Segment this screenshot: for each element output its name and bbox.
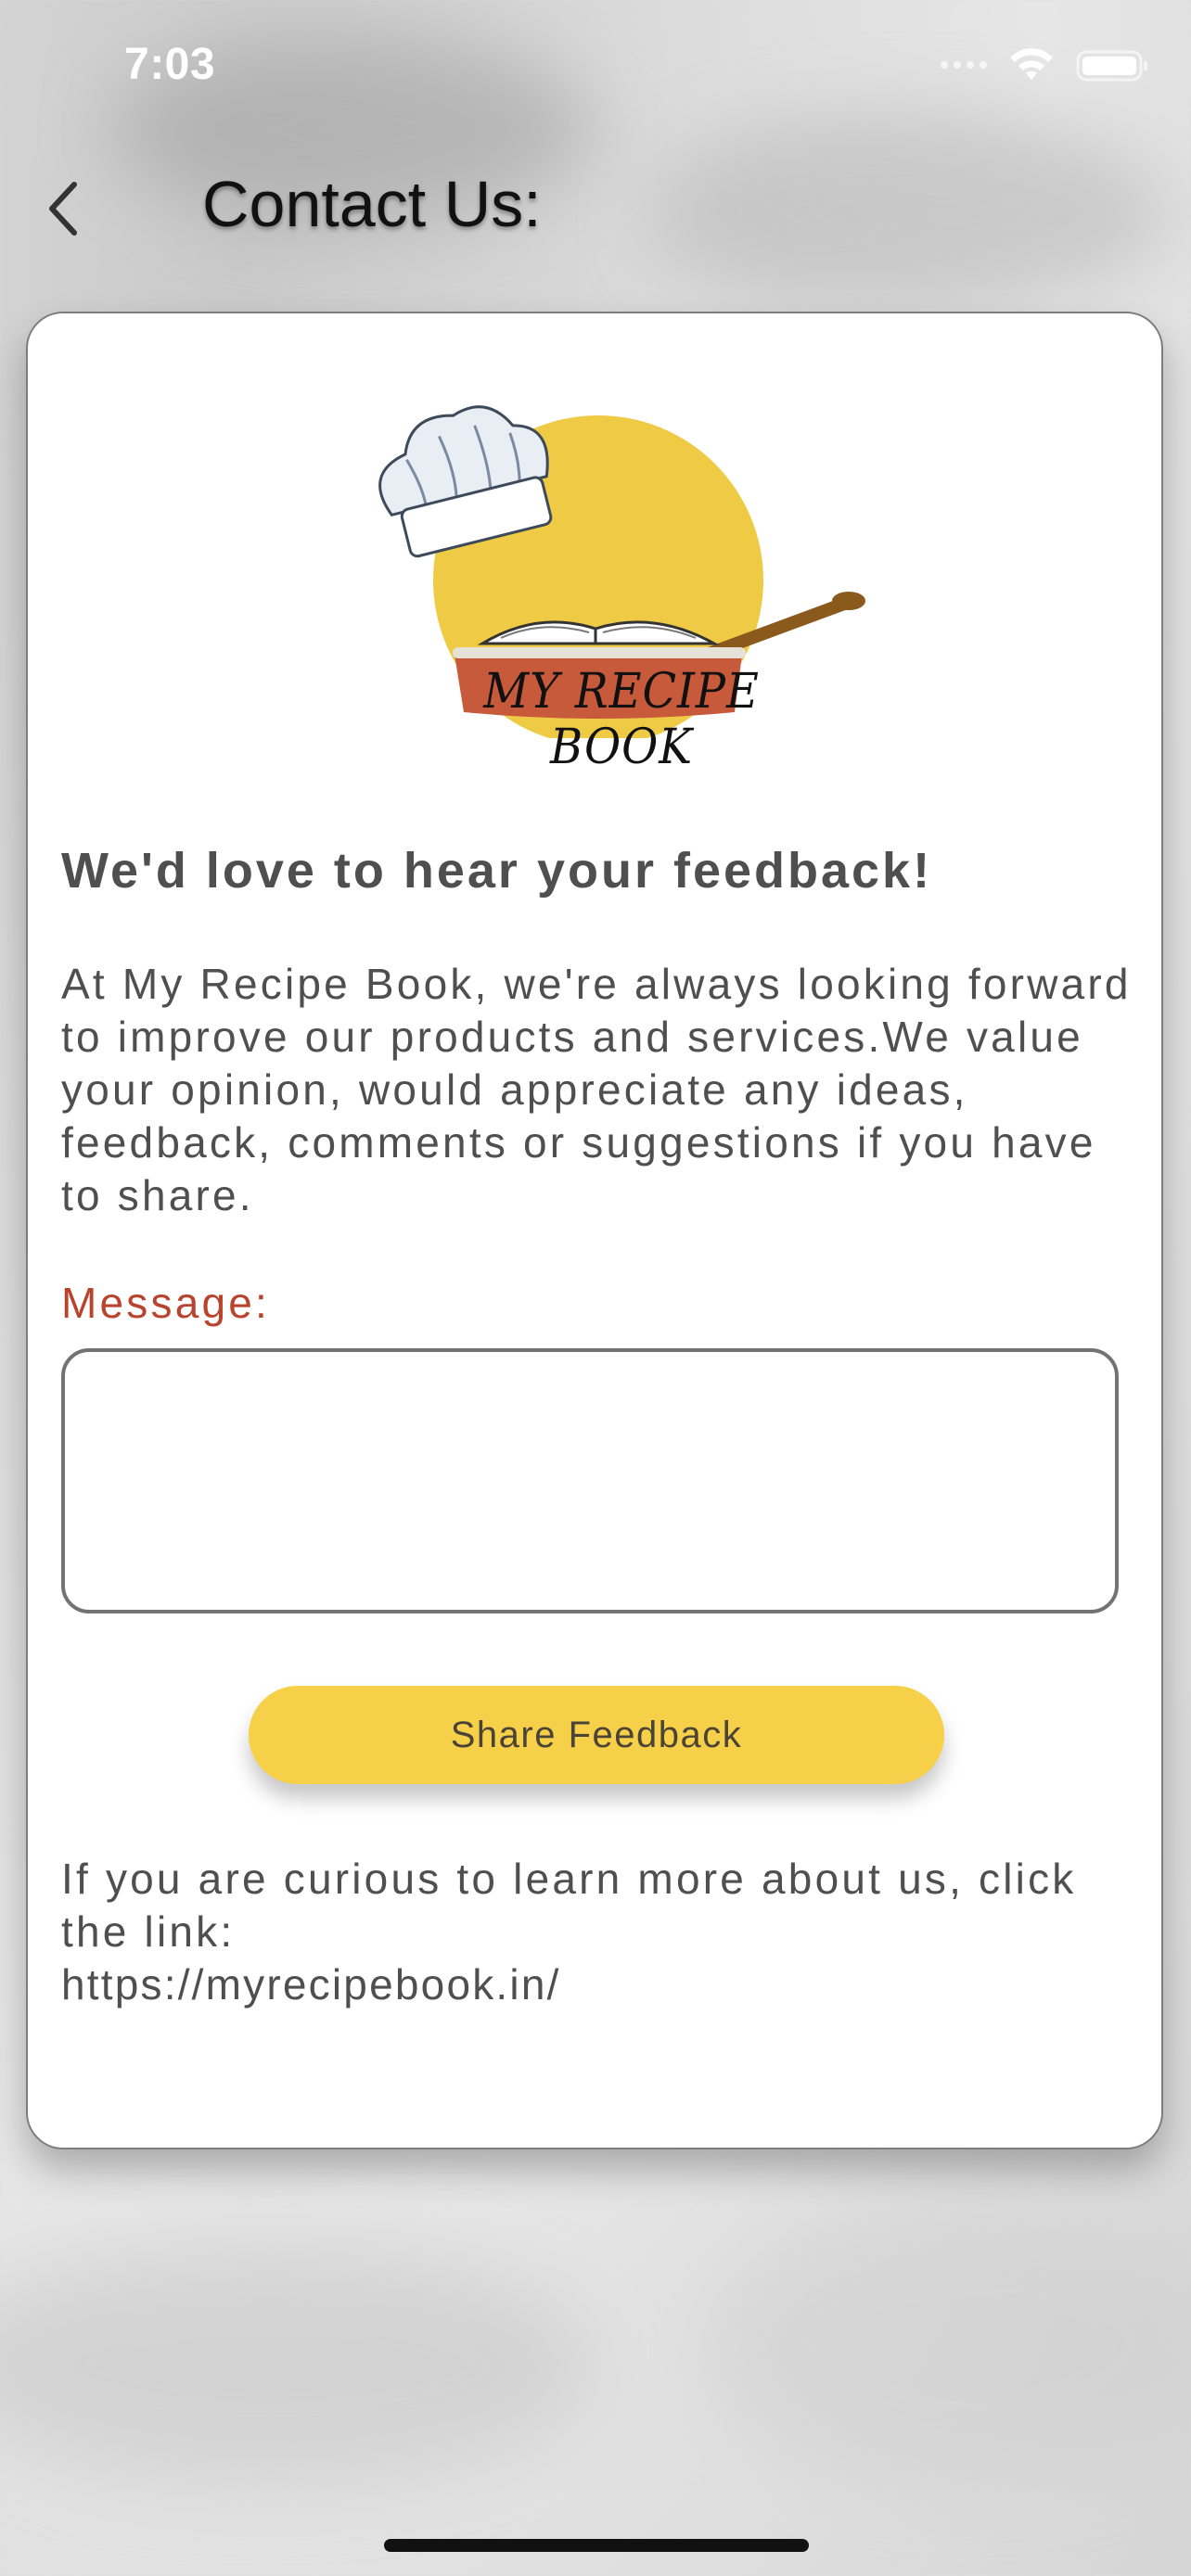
battery-icon [1076, 50, 1147, 82]
contact-card: MY RECIPE BOOK We'd love to hear your fe… [26, 312, 1163, 2149]
feedback-heading: We'd love to hear your feedback! [61, 843, 933, 899]
background-texture [705, 2207, 1191, 2485]
share-feedback-button[interactable]: Share Feedback [249, 1686, 944, 1784]
cellular-signal-icon [941, 61, 987, 69]
home-indicator[interactable] [384, 2539, 809, 2552]
status-icons [941, 46, 1150, 83]
status-time: 7:03 [124, 40, 216, 89]
website-link[interactable]: https://myrecipebook.in/ [61, 1959, 561, 2009]
about-text: If you are curious to learn more about u… [61, 1855, 1077, 1956]
logo-text: MY RECIPE BOOK [483, 664, 760, 775]
app-logo: MY RECIPE BOOK [352, 395, 872, 775]
page-title: Contact Us: [202, 168, 542, 240]
feedback-intro: At My Recipe Book, we're always looking … [61, 960, 1132, 1219]
background-texture [649, 111, 1169, 315]
background-texture [0, 2244, 594, 2485]
back-button[interactable] [37, 176, 89, 241]
wifi-icon [1010, 48, 1053, 80]
chevron-left-icon [49, 182, 77, 236]
message-label: Message: [61, 1279, 271, 1327]
message-field[interactable] [61, 1348, 1119, 1613]
